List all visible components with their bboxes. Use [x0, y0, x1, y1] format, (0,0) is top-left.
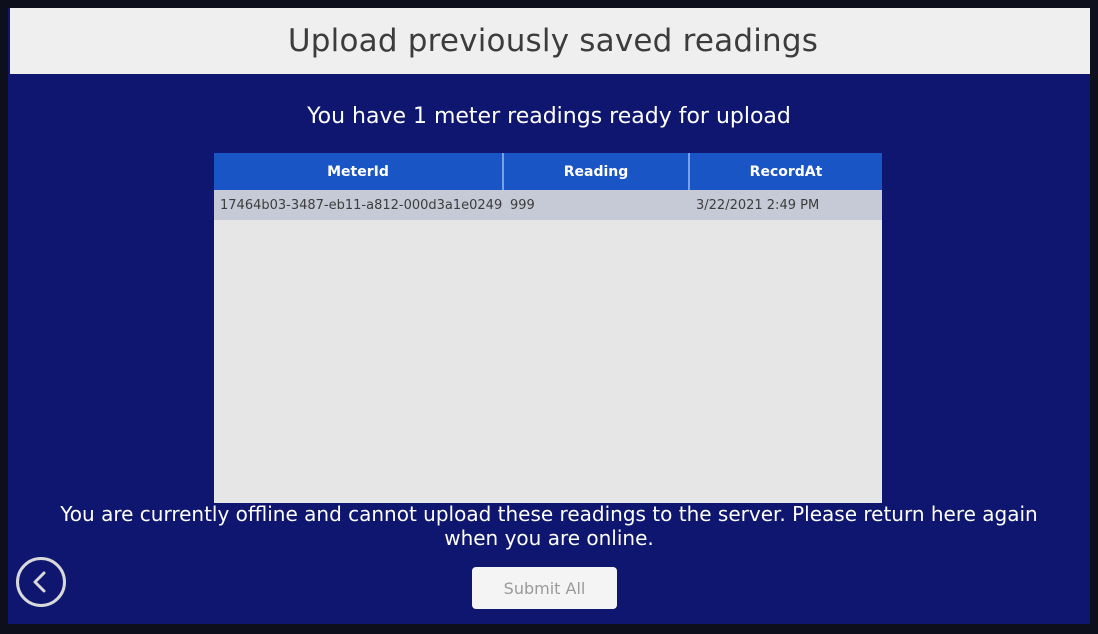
- submit-all-button[interactable]: Submit All: [472, 567, 617, 609]
- header-bar: Upload previously saved readings: [10, 8, 1090, 74]
- column-header-reading[interactable]: Reading: [504, 153, 690, 190]
- meter-id-cell: 17464b03-3487-eb11-a812-000d3a1e0249: [220, 197, 503, 213]
- table-row[interactable]: 17464b03-3487-eb11-a812-000d3a1e0249 999…: [214, 190, 882, 220]
- back-button[interactable]: [16, 557, 66, 607]
- offline-message: You are currently offline and cannot upl…: [60, 502, 1038, 550]
- record-at-cell: 3/22/2021 2:49 PM: [696, 197, 820, 213]
- readings-count-text: You have 1 meter readings ready for uplo…: [307, 104, 791, 129]
- column-header-meterid[interactable]: MeterId: [214, 153, 504, 190]
- column-header-recordat[interactable]: RecordAt: [690, 153, 882, 190]
- chevron-left-circle-icon: [33, 571, 46, 593]
- screen: Upload previously saved readings You hav…: [0, 0, 1098, 634]
- table-header: MeterId Reading RecordAt: [214, 153, 882, 190]
- page-title: Upload previously saved readings: [287, 23, 819, 59]
- reading-cell: 999: [510, 197, 535, 213]
- readings-table: MeterId Reading RecordAt 17464b03-3487-e…: [214, 153, 882, 503]
